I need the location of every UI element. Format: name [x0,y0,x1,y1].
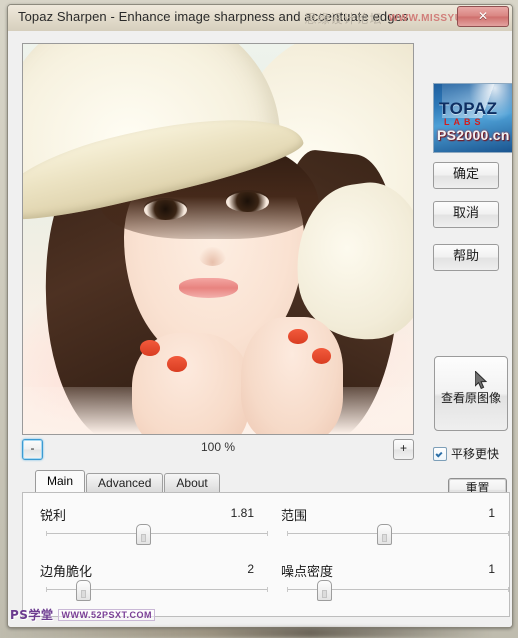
pan-faster-label: 平移更快 [451,447,500,461]
pan-faster-checkbox[interactable]: 平移更快 [433,445,499,462]
tab-advanced[interactable]: Advanced [86,473,164,493]
zoom-level-label: 100 % [200,440,236,454]
nail-shape [167,356,187,372]
watermark-bottom-brand: PS学堂 [10,608,54,622]
plugin-window: Topaz Sharpen - Enhance image sharpness … [7,4,513,628]
parameters-panel: 锐利 1.81 边角脆化 2 范围 1 噪点密度 1 [22,492,510,617]
tab-bar: Main Advanced About [35,470,221,493]
nail-shape [140,340,160,356]
parameter-value: 1 [488,506,495,520]
parameter-label: 噪点密度 [281,565,334,580]
view-original-label: 查看原图像 [440,391,501,405]
parameter-label: 锐利 [40,509,67,524]
zoom-toolbar: - 100 % + [22,437,414,461]
parameter-value: 1.81 [230,506,254,520]
tab-about[interactable]: About [164,473,220,493]
slider-track[interactable] [46,531,268,536]
slider-thumb[interactable] [76,580,92,601]
nail-shape [288,328,308,345]
nose-shape [198,246,226,267]
parameter-column-left: 锐利 1.81 边角脆化 2 [40,501,268,613]
nail-shape [311,348,332,364]
title-bar[interactable]: Topaz Sharpen - Enhance image sharpness … [8,5,512,32]
checkmark-icon[interactable] [433,446,447,461]
view-original-button[interactable]: 查看原图像 [434,356,508,431]
eye-right-shape [225,192,269,212]
parameter-column-right: 范围 1 噪点密度 1 [281,501,509,613]
bottom-blur-strip [0,628,518,638]
parameter-value: 2 [247,562,254,576]
topaz-labs-logo: TOPAZ LABS PS2000.cn [433,83,512,153]
logo-labs-text: LABS [444,117,485,127]
zoom-in-button[interactable]: + [393,439,414,460]
slider-thumb[interactable] [317,580,333,601]
screenshot-root: Topaz Sharpen - Enhance image sharpness … [0,0,518,638]
preview-photo [23,44,413,434]
parameter-row: 范围 1 [281,501,509,557]
help-button[interactable]: 帮助 [433,244,499,271]
parameter-label: 边角脆化 [40,565,93,580]
tab-main[interactable]: Main [35,470,86,493]
slider-thumb[interactable] [135,524,151,545]
window-title: Topaz Sharpen - Enhance image sharpness … [18,9,409,24]
eye-left-shape [143,200,187,220]
parameter-row: 噪点密度 1 [281,557,509,613]
parameter-row: 边角脆化 2 [40,557,268,613]
ok-button[interactable]: 确定 [433,162,499,189]
parameter-value: 1 [488,562,495,576]
slider-thumb[interactable] [376,524,392,545]
parameter-row: 锐利 1.81 [40,501,268,557]
slider-track[interactable] [287,531,509,536]
watermark-bottom-url: WWW.52PSXT.COM [58,608,155,621]
cancel-button[interactable]: 取消 [433,201,499,228]
parameter-label: 范围 [281,509,308,524]
watermark-bottom: PS学堂 WWW.52PSXT.COM [10,606,155,623]
image-preview-panel[interactable] [22,43,414,435]
logo-site-text: PS2000.cn [437,127,510,143]
logo-topaz-text: TOPAZ [439,99,498,118]
lips-shape [179,278,238,298]
close-icon[interactable]: ✕ [457,6,509,27]
window-body: - 100 % + TOPAZ LABS PS2000.cn 确定 取消 帮助 [8,31,512,627]
